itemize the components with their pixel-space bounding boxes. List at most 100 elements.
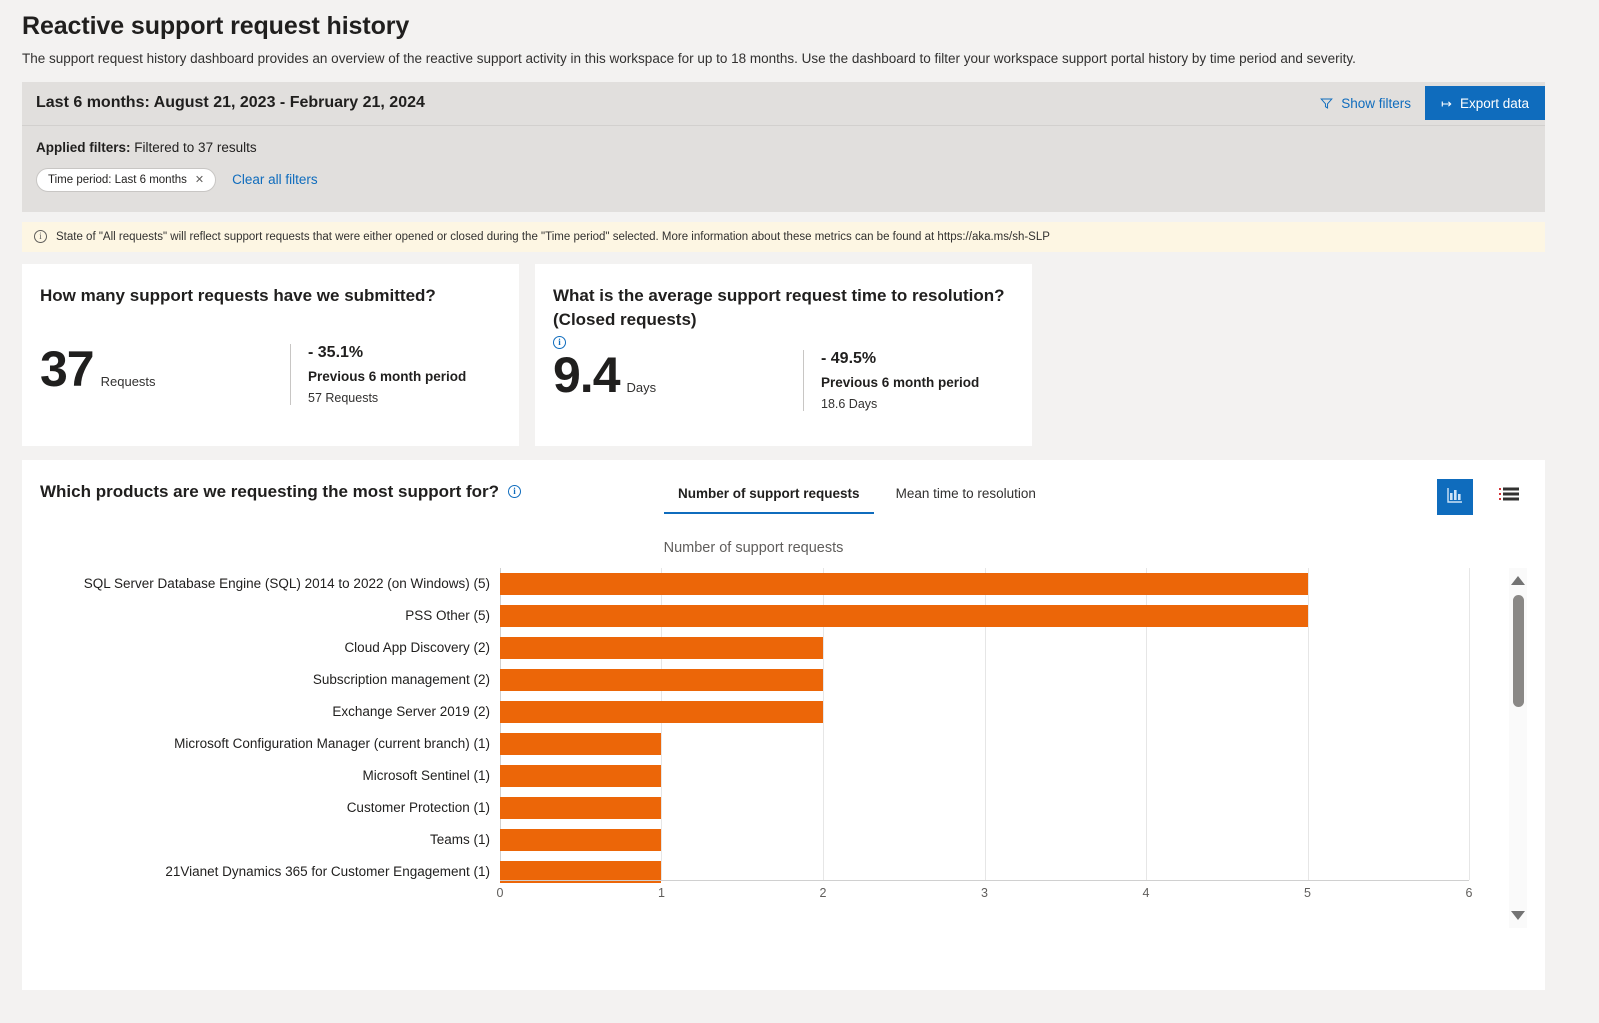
close-icon[interactable]: ✕: [195, 173, 204, 186]
chart-plot-area: SQL Server Database Engine (SQL) 2014 to…: [40, 567, 1527, 928]
chart-title: Number of support requests: [663, 539, 844, 556]
applied-filters-label: Applied filters:: [36, 139, 131, 155]
bar-row[interactable]: [500, 696, 1469, 728]
category-axis-labels: SQL Server Database Engine (SQL) 2014 to…: [40, 568, 500, 880]
x-axis-tick: 1: [658, 885, 665, 900]
page-title: Reactive support request history: [22, 12, 410, 40]
bar[interactable]: [500, 732, 662, 755]
bar-row[interactable]: [500, 856, 1469, 888]
kpi-comparison: - 49.5% Previous 6 month period 18.6 Day…: [803, 349, 980, 411]
x-axis-tick: 4: [1142, 885, 1150, 900]
x-axis-tick: 6: [1465, 885, 1473, 900]
clear-all-filters-button[interactable]: Clear all filters: [232, 172, 318, 187]
info-icon: i: [34, 230, 47, 244]
info-icon[interactable]: i: [508, 485, 522, 499]
bar[interactable]: [500, 636, 823, 659]
x-axis-tick-labels: 0 1 2 3 4 5 6: [496, 885, 1473, 906]
bar[interactable]: [500, 700, 823, 723]
caret-down-icon[interactable]: [1511, 910, 1525, 920]
category-label: Customer Protection (1): [346, 800, 490, 816]
funnel-icon: [1320, 97, 1334, 110]
table-view-button[interactable]: [1491, 479, 1527, 515]
category-label: SQL Server Database Engine (SQL) 2014 to…: [83, 576, 490, 592]
kpi-card-requests-submitted: How many support requests have we submit…: [22, 263, 519, 446]
bar-row[interactable]: [500, 760, 1469, 792]
chart-view-button[interactable]: [1437, 478, 1473, 515]
date-range-title: Last 6 months: August 21, 2023 - Februar…: [36, 94, 425, 112]
filter-panel: Last 6 months: August 21, 2023 - Februar…: [22, 81, 1545, 212]
bar[interactable]: [500, 668, 823, 691]
bar[interactable]: [500, 764, 662, 787]
bar[interactable]: [500, 828, 662, 851]
kpi-value: 9.4: [553, 346, 621, 403]
category-label: Microsoft Sentinel (1): [362, 768, 490, 784]
bar[interactable]: [500, 604, 1308, 627]
chart-vertical-scrollbar[interactable]: [1509, 567, 1527, 928]
kpi-body: 9.4 Days - 49.5% Previous 6 month period…: [553, 349, 1014, 411]
kpi-previous-label: Previous 6 month period: [821, 374, 980, 390]
category-label: PSS Other (5): [405, 608, 490, 624]
filter-chips-row: Time period: Last 6 months ✕ Clear all f…: [36, 167, 1531, 192]
x-axis-tick: 5: [1304, 885, 1311, 900]
filter-chip-time-period[interactable]: Time period: Last 6 months ✕: [36, 167, 217, 192]
bar-row[interactable]: [500, 664, 1469, 696]
x-axis-tick: 0: [496, 885, 504, 900]
show-filters-button[interactable]: Show filters: [1306, 82, 1425, 125]
applied-filters-section: Applied filters: Filtered to 37 results …: [22, 126, 1545, 212]
bar[interactable]: [500, 796, 662, 819]
filter-chip-label: Time period: Last 6 months: [48, 173, 187, 186]
applied-filters-summary: Applied filters: Filtered to 37 results: [36, 140, 1531, 155]
category-label: Microsoft Configuration Manager (current…: [174, 736, 490, 752]
bar-rows: [500, 568, 1469, 888]
bar-row[interactable]: [500, 824, 1469, 856]
chart-question: Which products are we requesting the mos…: [40, 478, 522, 502]
bar-row[interactable]: [500, 568, 1469, 600]
info-banner-text: State of "All requests" will reflect sup…: [56, 230, 1050, 243]
bar-row[interactable]: [500, 728, 1469, 760]
bar[interactable]: [500, 572, 1308, 595]
category-label: 21Vianet Dynamics 365 for Customer Engag…: [165, 864, 490, 880]
kpi-main-value-group: 9.4 Days: [553, 350, 803, 411]
x-axis-line: [500, 879, 1469, 881]
caret-up-icon[interactable]: [1511, 575, 1525, 585]
page-subtitle: The support request history dashboard pr…: [22, 51, 1356, 66]
gridline: [1469, 567, 1470, 880]
kpi-delta: - 35.1%: [308, 343, 364, 361]
kpi-previous-value: 18.6 Days: [821, 396, 878, 411]
kpi-unit: Days: [626, 379, 657, 395]
x-axis-tick: 2: [819, 885, 827, 900]
kpi-question: How many support requests have we submit…: [40, 284, 501, 308]
kpi-unit: Requests: [100, 373, 156, 389]
chart-plot: SQL Server Database Engine (SQL) 2014 to…: [40, 567, 1527, 883]
kpi-question-text: How many support requests have we submit…: [40, 285, 436, 305]
category-label: Cloud App Discovery (2): [344, 640, 490, 656]
bar-row[interactable]: [500, 792, 1469, 824]
filter-bar: Last 6 months: August 21, 2023 - Februar…: [22, 82, 1545, 126]
bar-chart-icon: [1446, 486, 1464, 507]
kpi-card-row: How many support requests have we submit…: [22, 263, 1577, 446]
category-label: Subscription management (2): [312, 672, 490, 688]
export-data-button[interactable]: ↦ Export data: [1425, 86, 1545, 121]
kpi-previous-label: Previous 6 month period: [308, 368, 467, 384]
tab-mean-time-to-resolution[interactable]: Mean time to resolution: [882, 480, 1050, 514]
kpi-card-time-to-resolution: What is the average support request time…: [535, 263, 1032, 446]
chart-question-text: Which products are we requesting the mos…: [40, 481, 500, 501]
view-toggle-group: [1437, 478, 1527, 515]
products-chart-card: Which products are we requesting the mos…: [22, 459, 1545, 990]
category-label: Teams (1): [429, 832, 490, 848]
chart-tabs: Number of support requests Mean time to …: [664, 478, 1050, 514]
list-view-icon: [1499, 487, 1519, 506]
arrow-export-icon: ↦: [1441, 95, 1452, 111]
bar-row[interactable]: [500, 632, 1469, 664]
scrollbar-thumb[interactable]: [1512, 594, 1524, 707]
tab-number-of-support-requests[interactable]: Number of support requests: [664, 480, 874, 514]
dashboard-page: Reactive support request history The sup…: [0, 0, 1599, 1023]
bar-row[interactable]: [500, 600, 1469, 632]
chart-card-header: Which products are we requesting the mos…: [40, 478, 1527, 524]
info-banner: i State of "All requests" will reflect s…: [22, 221, 1545, 252]
kpi-question: What is the average support request time…: [553, 284, 1014, 349]
kpi-comparison: - 35.1% Previous 6 month period 57 Reque…: [290, 343, 467, 405]
bars-area: [500, 567, 1470, 883]
kpi-delta: - 49.5%: [821, 349, 877, 367]
kpi-previous-value: 57 Requests: [308, 390, 379, 405]
